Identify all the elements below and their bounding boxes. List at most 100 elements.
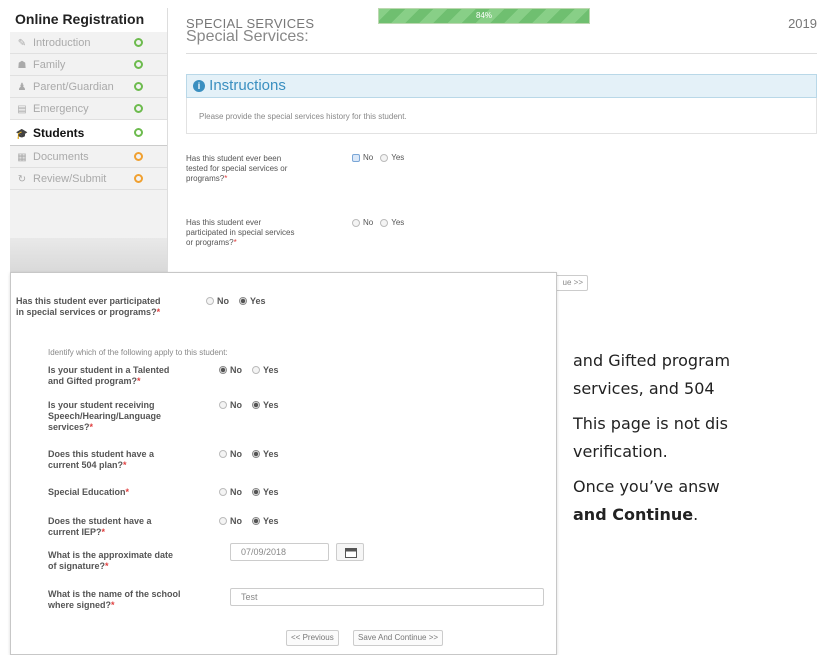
instructions-title: Instructions — [209, 77, 286, 94]
radio-no-label: No — [230, 516, 242, 526]
required-marker: * — [156, 307, 161, 317]
help-line-5: Once you’ve answ — [573, 477, 720, 496]
radio-no[interactable] — [352, 218, 360, 227]
help-line-2: services, and 504 — [573, 379, 715, 398]
radio-no[interactable] — [219, 450, 227, 458]
calendar-icon — [345, 548, 357, 558]
sidebar-title: Online Registration — [10, 8, 167, 32]
question-text: Does the student have a current IEP? — [48, 516, 152, 537]
question-speech-label: Is your student receiving Speech/Hearing… — [48, 400, 173, 433]
question-special-education-label: Special Education* — [48, 487, 173, 498]
radio-yes[interactable] — [252, 488, 260, 496]
required-marker: * — [111, 600, 115, 610]
graduation-cap-icon: 🎓 — [15, 129, 29, 140]
radio-yes[interactable] — [380, 153, 389, 162]
sidebar-item-emergency[interactable]: ▤ Emergency — [10, 98, 167, 120]
complete-status-icon — [134, 60, 143, 69]
sidebar-item-label: Emergency — [33, 103, 89, 115]
question-iep-label: Does the student have a current IEP?* — [48, 516, 173, 538]
sidebar-item-students[interactable]: 🎓 Students — [10, 120, 167, 146]
required-marker: * — [101, 527, 106, 537]
question-504-options: No Yes — [219, 449, 279, 459]
question-talented-gifted-options: No Yes — [219, 365, 279, 375]
complete-status-icon — [134, 82, 143, 91]
question-text: Has this student ever been tested for sp… — [186, 154, 288, 183]
sidebar-item-family[interactable]: ☗ Family — [10, 54, 167, 76]
radio-yes[interactable] — [239, 297, 247, 305]
signature-date-input[interactable]: 07/09/2018 — [230, 543, 329, 561]
sidebar-item-documents[interactable]: ▦ Documents — [10, 146, 167, 168]
progress-bar: 84% — [378, 8, 590, 24]
radio-yes-label: Yes — [250, 296, 266, 306]
radio-no-label: No — [230, 487, 242, 497]
radio-no-label: No — [230, 400, 242, 410]
sidebar-item-review-submit[interactable]: ↻ Review/Submit — [10, 168, 167, 190]
sidebar-item-label: Documents — [33, 151, 89, 163]
radio-yes-label: Yes — [263, 487, 279, 497]
required-marker: * — [89, 422, 94, 432]
radio-yes[interactable] — [252, 517, 260, 525]
required-marker: * — [123, 460, 127, 470]
radio-no-label: No — [363, 218, 374, 227]
radio-yes-label: Yes — [263, 400, 279, 410]
radio-no-label: No — [230, 449, 242, 459]
sidebar-item-label: Introduction — [33, 37, 91, 49]
radio-no[interactable] — [219, 401, 227, 409]
question-special-education-options: No Yes — [219, 487, 279, 497]
help-line-4: verification. — [573, 442, 668, 461]
identify-note: Identify which of the following apply to… — [48, 348, 228, 357]
progress-label: 84% — [475, 11, 492, 20]
page-title: Special Services: — [186, 28, 309, 45]
question-tested-label: Has this student ever been tested for sp… — [186, 154, 296, 184]
radio-no[interactable] — [219, 488, 227, 496]
radio-no[interactable] — [219, 517, 227, 525]
instructions-text: Please provide the special services hist… — [186, 98, 817, 134]
help-line-1: and Gifted program — [573, 351, 731, 370]
pending-status-icon — [134, 152, 143, 161]
document-icon: ▦ — [17, 152, 27, 163]
radio-yes-label: Yes — [263, 449, 279, 459]
calendar-button[interactable] — [336, 543, 364, 561]
radio-no[interactable] — [352, 153, 360, 162]
question-participated-label: Has this student ever participated in sp… — [16, 296, 166, 318]
question-talented-gifted-label: Is your student in a Talented and Gifted… — [48, 365, 173, 387]
pending-status-icon — [134, 174, 143, 183]
sidebar: Online Registration ✎ Introduction ☗ Famil… — [10, 8, 168, 278]
previous-button[interactable]: << Previous — [286, 630, 339, 646]
school-year: 2019 — [788, 16, 817, 31]
sidebar-item-parent-guardian[interactable]: ♟ Parent/Guardian — [10, 76, 167, 98]
continue-fragment: ue >> — [562, 278, 583, 287]
question-text: Has this student ever participated in sp… — [16, 296, 161, 317]
question-participated-label: Has this student ever participated in sp… — [186, 218, 296, 248]
radio-no-label: No — [363, 153, 374, 162]
radio-yes[interactable] — [252, 450, 260, 458]
complete-status-icon — [134, 128, 143, 137]
radio-yes-label: Yes — [263, 365, 279, 375]
person-icon: ♟ — [17, 82, 27, 93]
help-period: . — [693, 505, 699, 524]
question-504-label: Does this student have a current 504 pla… — [48, 449, 173, 471]
radio-yes[interactable] — [252, 366, 260, 374]
radio-yes[interactable] — [252, 401, 260, 409]
school-name-input[interactable]: Test — [230, 588, 544, 606]
question-text: Has this student ever participated in sp… — [186, 218, 295, 247]
required-marker: * — [233, 238, 237, 247]
radio-yes-label: Yes — [391, 153, 405, 162]
question-speech-options: No Yes — [219, 400, 279, 410]
question-text: What is the approximate date of signatur… — [48, 550, 174, 571]
required-marker: * — [105, 561, 109, 571]
question-tested-options: No Yes — [352, 153, 404, 162]
pencil-icon: ✎ — [17, 38, 27, 49]
sidebar-item-label: Parent/Guardian — [33, 81, 114, 93]
radio-no[interactable] — [206, 297, 214, 305]
radio-yes[interactable] — [380, 218, 389, 227]
radio-no-label: No — [217, 296, 229, 306]
question-iep-options: No Yes — [219, 516, 279, 526]
sidebar-item-label: Review/Submit — [33, 173, 107, 185]
question-text: Special Education — [48, 487, 126, 497]
sidebar-item-label: Family — [33, 59, 66, 71]
divider — [186, 53, 817, 54]
sidebar-item-introduction[interactable]: ✎ Introduction — [10, 32, 167, 54]
save-continue-button[interactable]: Save And Continue >> — [353, 630, 444, 646]
radio-no[interactable] — [219, 366, 227, 374]
